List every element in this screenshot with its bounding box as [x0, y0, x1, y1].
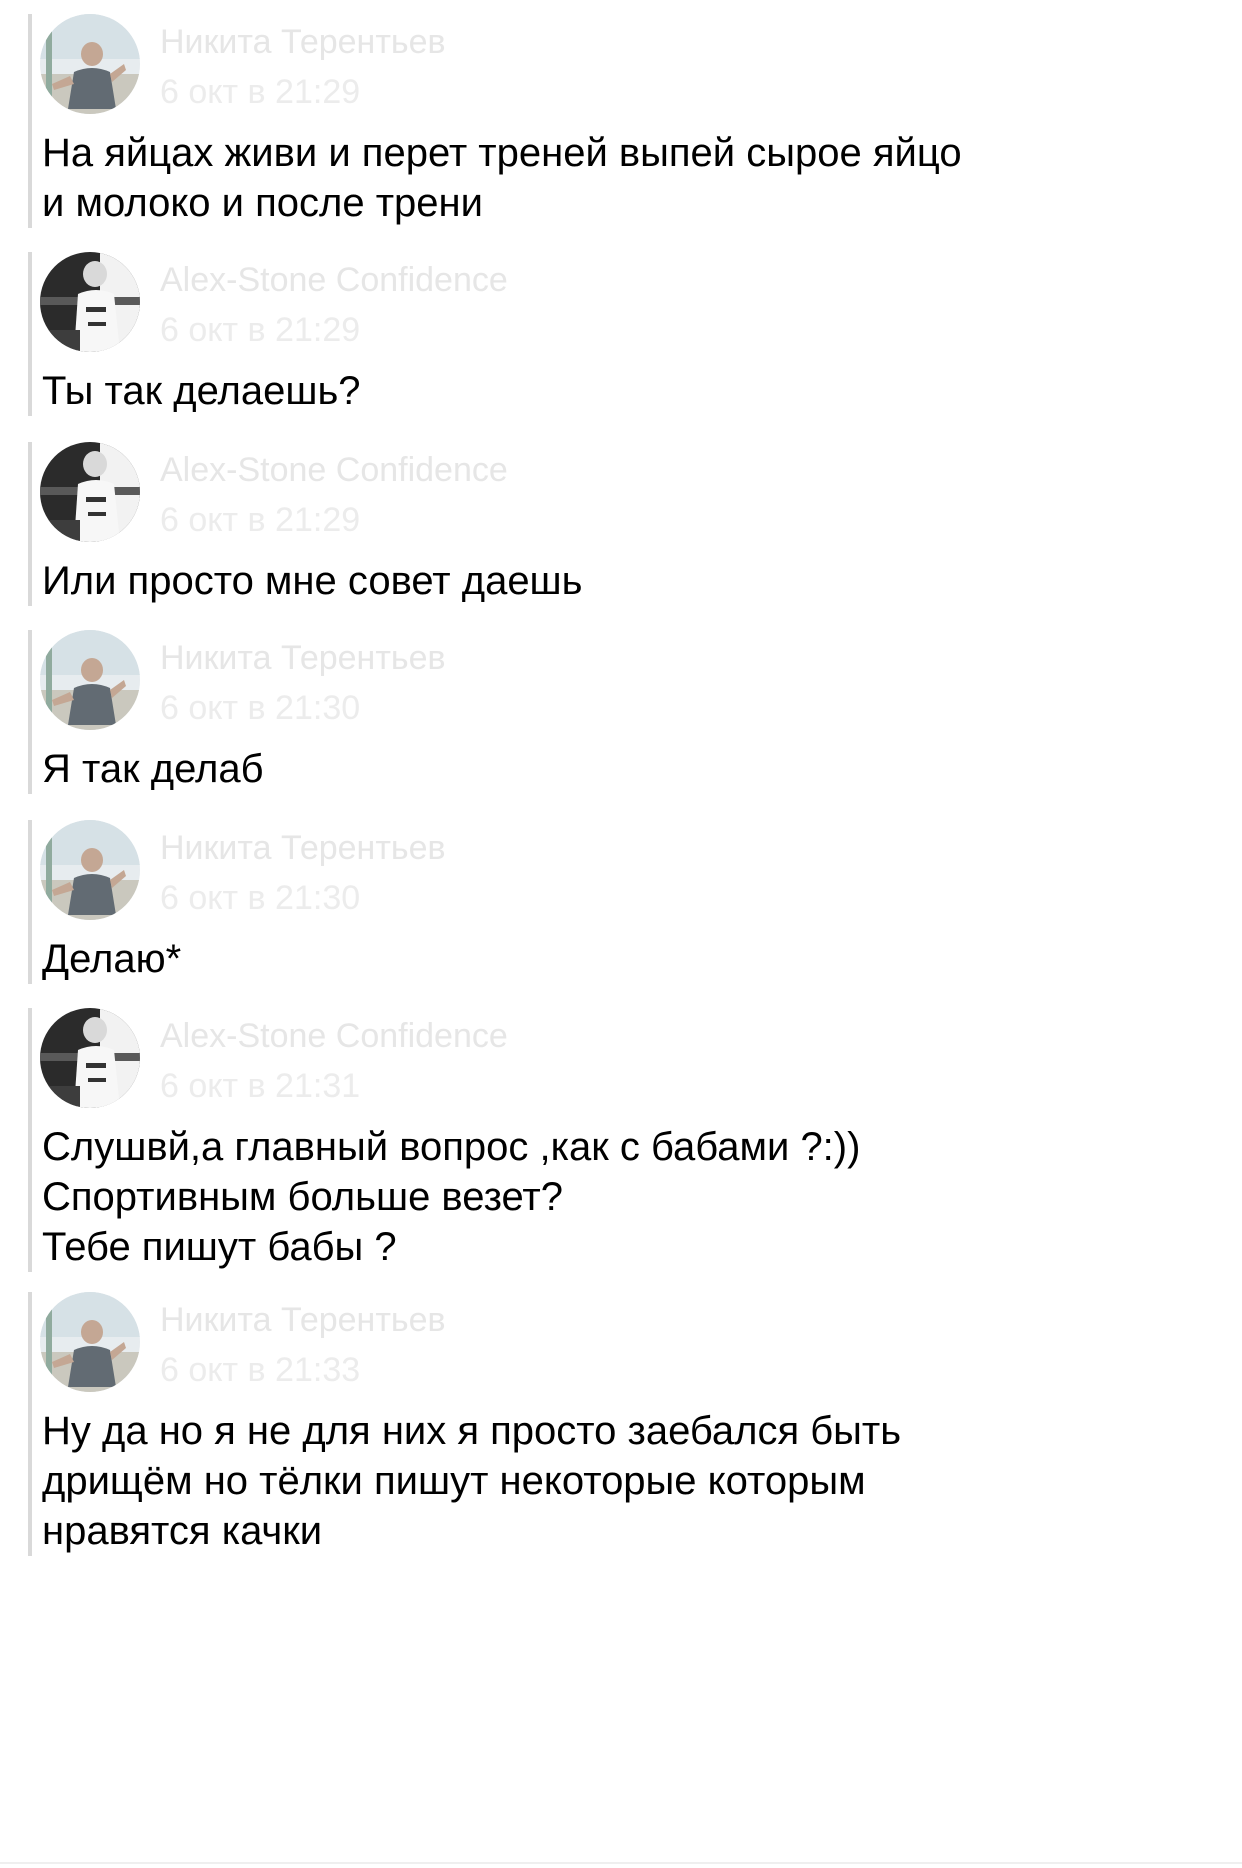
- message-header: Никита Терентьев 6 окт в 21:33: [32, 1292, 1208, 1392]
- message-item[interactable]: Никита Терентьев 6 окт в 21:30 Я так дел…: [28, 630, 1208, 794]
- message-header: Никита Терентьев 6 окт в 21:30: [32, 630, 1208, 730]
- timestamp: 6 окт в 21:29: [160, 501, 361, 539]
- avatar-nikita[interactable]: [40, 820, 140, 920]
- message-item[interactable]: Никита Терентьев 6 окт в 21:29 На яйцах …: [28, 14, 1208, 228]
- message-text: Слушвй,а главный вопрос ,как с бабами ?:…: [42, 1125, 861, 1269]
- message-thread: Никита Терентьев 6 окт в 21:29 На яйцах …: [0, 0, 1242, 1868]
- message-text: Ну да но я не для них я просто заебался …: [42, 1409, 902, 1553]
- author-name[interactable]: Alex-Stone Confidence: [160, 1016, 508, 1056]
- avatar-alex[interactable]: [40, 1008, 140, 1108]
- message-item[interactable]: Alex-Stone Confidence 6 окт в 21:29 Или …: [28, 442, 1208, 606]
- timestamp: 6 окт в 21:33: [160, 1351, 361, 1389]
- message-item[interactable]: Никита Терентьев 6 окт в 21:30 Делаю*: [28, 820, 1208, 984]
- timestamp: 6 окт в 21:29: [160, 311, 361, 349]
- avatar-nikita[interactable]: [40, 630, 140, 730]
- timestamp: 6 окт в 21:29: [160, 73, 361, 111]
- author-name[interactable]: Никита Терентьев: [160, 828, 446, 868]
- message-header: Alex-Stone Confidence 6 окт в 21:29: [32, 442, 1208, 542]
- message-item[interactable]: Никита Терентьев 6 окт в 21:33 Ну да но …: [28, 1292, 1208, 1556]
- author-name[interactable]: Никита Терентьев: [160, 638, 446, 678]
- divider: [0, 1862, 1242, 1864]
- message-text: Ты так делаешь?: [42, 369, 361, 413]
- timestamp: 6 окт в 21:30: [160, 689, 361, 727]
- avatar-alex[interactable]: [40, 252, 140, 352]
- author-name[interactable]: Alex-Stone Confidence: [160, 450, 508, 490]
- message-item[interactable]: Alex-Stone Confidence 6 окт в 21:29 Ты т…: [28, 252, 1208, 416]
- message-header: Alex-Stone Confidence 6 окт в 21:31: [32, 1008, 1208, 1108]
- avatar-alex[interactable]: [40, 442, 140, 542]
- message-header: Никита Терентьев 6 окт в 21:30: [32, 820, 1208, 920]
- message-text: Или просто мне совет даешь: [42, 559, 583, 603]
- timestamp: 6 окт в 21:30: [160, 879, 361, 917]
- avatar-nikita[interactable]: [40, 14, 140, 114]
- timestamp: 6 окт в 21:31: [160, 1067, 361, 1105]
- message-text: На яйцах живи и перет треней выпей сырое…: [42, 131, 962, 225]
- message-header: Никита Терентьев 6 окт в 21:29: [32, 14, 1208, 114]
- message-text: Делаю*: [42, 937, 182, 981]
- message-header: Alex-Stone Confidence 6 окт в 21:29: [32, 252, 1208, 352]
- message-item[interactable]: Alex-Stone Confidence 6 окт в 21:31 Слуш…: [28, 1008, 1208, 1272]
- author-name[interactable]: Никита Терентьев: [160, 1300, 446, 1340]
- avatar-nikita[interactable]: [40, 1292, 140, 1392]
- author-name[interactable]: Alex-Stone Confidence: [160, 260, 508, 300]
- message-text: Я так делаб: [42, 747, 264, 791]
- author-name[interactable]: Никита Терентьев: [160, 22, 446, 62]
